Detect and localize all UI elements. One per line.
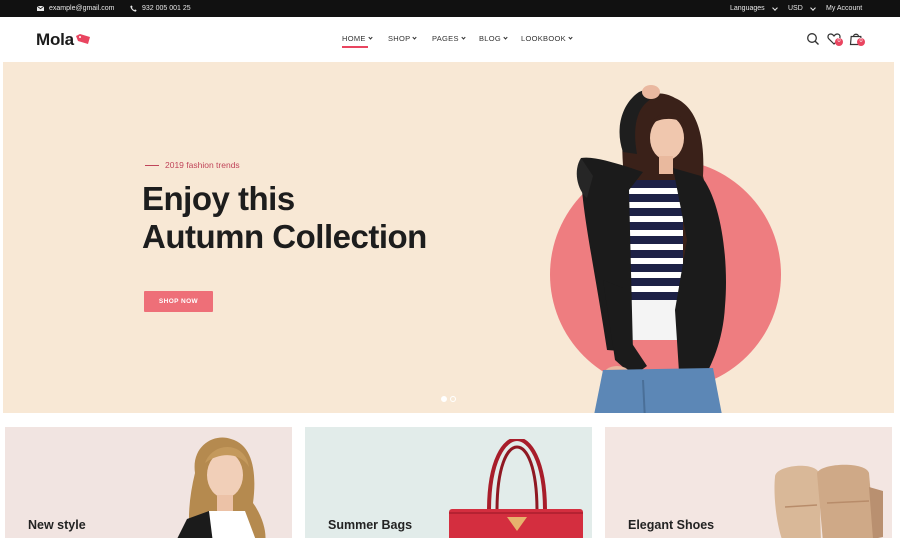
site-header: Mola HOME SHOP PAGES BLOG LOOKBOOK 0 0 (0, 17, 900, 62)
hero-title-line-2: Autumn Collection (142, 218, 427, 255)
slider-dot-2[interactable] (450, 396, 456, 402)
hero-model-image (563, 80, 763, 413)
category-card-elegant-shoes[interactable]: Elegant Shoes (605, 427, 892, 538)
chevron-down-icon (461, 35, 466, 40)
nav-label: PAGES (432, 34, 459, 43)
my-account-label: My Account (826, 5, 863, 12)
slider-dot-1[interactable] (441, 396, 447, 402)
nav-item-shop[interactable]: SHOP (388, 34, 418, 43)
nav-label: SHOP (388, 34, 411, 43)
chevron-down-icon (412, 35, 418, 40)
hero-title: Enjoy this Autumn Collection (142, 180, 427, 256)
tagline-text: 2019 fashion trends (165, 160, 240, 170)
search-icon[interactable] (806, 32, 820, 46)
contact-phone[interactable]: 932 005 001 25 (130, 0, 191, 17)
new-style-image (165, 433, 285, 538)
chevron-down-icon (809, 4, 816, 11)
top-bar: example@gmail.com 932 005 001 25 Languag… (0, 0, 900, 17)
nav-item-home[interactable]: HOME (342, 34, 373, 48)
chevron-down-icon (503, 35, 508, 40)
hero-title-line-1: Enjoy this (142, 180, 295, 217)
contact-email[interactable]: example@gmail.com (37, 0, 114, 17)
hero-tagline: 2019 fashion trends (145, 160, 240, 170)
chevron-down-icon (368, 35, 373, 40)
category-title: New style (28, 518, 86, 532)
email-text: example@gmail.com (49, 5, 115, 12)
languages-label: Languages (730, 5, 765, 12)
category-card-new-style[interactable]: New style (5, 427, 292, 538)
phone-text: 932 005 001 25 (142, 5, 191, 12)
shop-now-button[interactable]: SHOP NOW (144, 291, 213, 312)
cart-count-badge: 0 (857, 38, 865, 46)
cart-button[interactable]: 0 (849, 32, 865, 46)
nav-item-blog[interactable]: BLOG (479, 34, 508, 43)
category-title: Summer Bags (328, 518, 413, 532)
main-nav: HOME SHOP PAGES BLOG LOOKBOOK (0, 34, 900, 48)
languages-dropdown[interactable]: Languages (730, 0, 778, 17)
elegant-shoes-image (765, 457, 890, 538)
slider-pagination (441, 396, 456, 402)
chevron-down-icon (771, 4, 778, 11)
nav-item-lookbook[interactable]: LOOKBOOK (521, 34, 573, 43)
nav-item-pages[interactable]: PAGES (432, 34, 466, 43)
nav-label: BLOG (479, 34, 502, 43)
envelope-icon (37, 6, 44, 11)
category-card-summer-bags[interactable]: Summer Bags (305, 427, 592, 538)
hero-slider: 2019 fashion trends Enjoy this Autumn Co… (3, 62, 894, 413)
my-account-link[interactable]: My Account (826, 0, 862, 17)
category-title: Elegant Shoes (628, 518, 715, 532)
wishlist-count-badge: 0 (835, 38, 843, 46)
summer-bags-image (445, 436, 585, 538)
nav-label: HOME (342, 34, 366, 43)
wishlist-button[interactable]: 0 (827, 32, 843, 46)
currency-label: USD (788, 5, 803, 12)
nav-label: LOOKBOOK (521, 34, 566, 43)
phone-icon (130, 5, 137, 12)
chevron-down-icon (568, 35, 573, 40)
tagline-dash (145, 164, 159, 166)
currency-dropdown[interactable]: USD (788, 0, 816, 17)
